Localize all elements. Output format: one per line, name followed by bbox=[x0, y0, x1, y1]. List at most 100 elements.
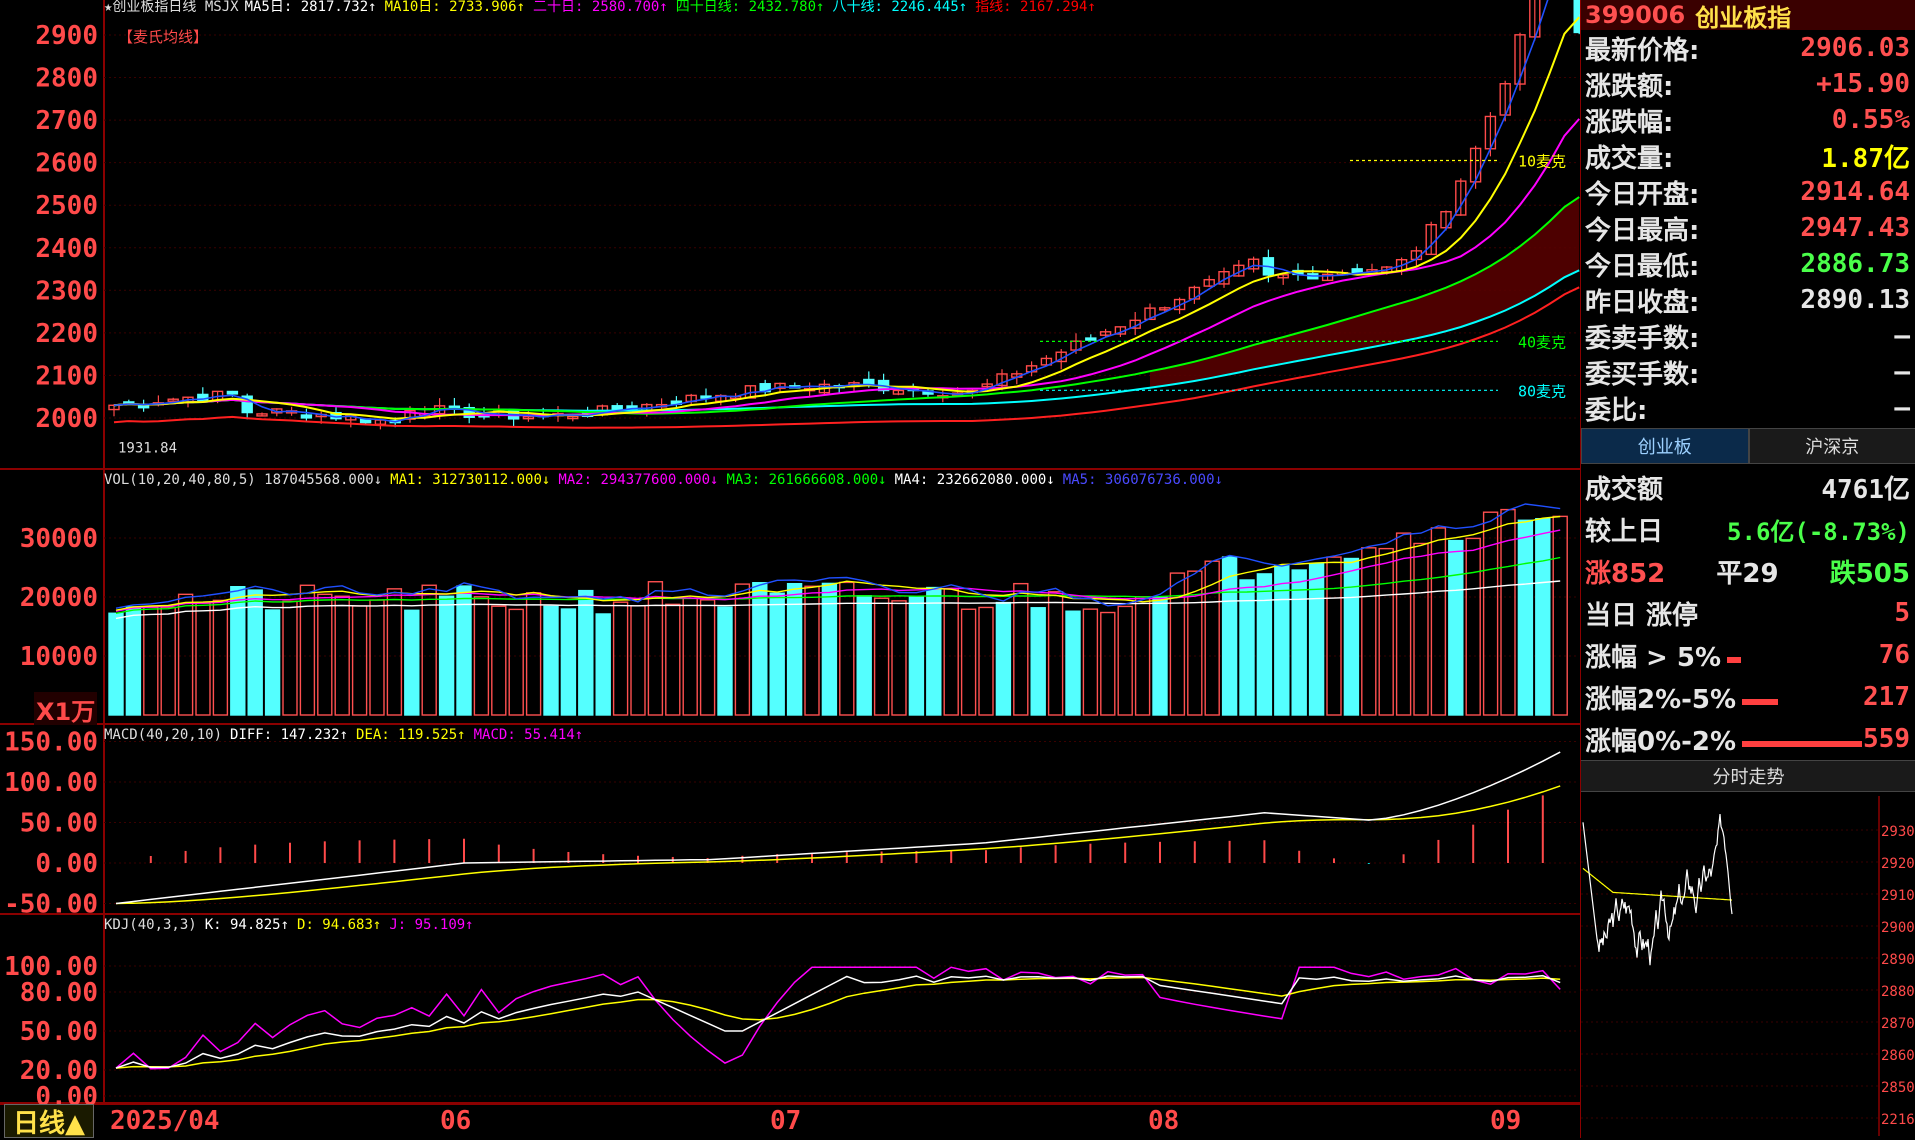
range-bar bbox=[1727, 657, 1741, 663]
volume-bar bbox=[753, 583, 767, 715]
turnover-label: 成交额 bbox=[1585, 469, 1663, 506]
range-bar bbox=[1742, 741, 1862, 747]
volume-unit-label: X1万 bbox=[34, 692, 97, 727]
quote-row-value: 1.87亿 bbox=[1821, 138, 1910, 175]
kdj-y-tick: 80.00 bbox=[20, 978, 98, 1008]
volume-bar bbox=[770, 593, 784, 715]
intraday-tick: 2216 bbox=[1881, 1112, 1915, 1128]
month-label-5: 09 bbox=[1490, 1104, 1521, 1138]
intraday-tick: 2860 bbox=[1881, 1048, 1915, 1064]
ref-line-label: 40麦克 bbox=[1518, 333, 1566, 351]
volume-bar bbox=[440, 596, 454, 715]
macd-y-tick: 100.00 bbox=[4, 768, 98, 798]
quote-row-value: +15.90 bbox=[1816, 69, 1910, 99]
range-label: 涨幅0%-2% bbox=[1585, 721, 1736, 758]
volume-bar bbox=[1536, 519, 1550, 715]
limit-up-label: 当日 涨停 bbox=[1585, 595, 1698, 632]
range-value: 217 bbox=[1863, 682, 1910, 712]
ma-legend-item-1: MA5日: 2817.732↑ bbox=[245, 0, 377, 14]
volume-bar bbox=[1257, 574, 1271, 715]
range-value: 559 bbox=[1863, 724, 1910, 754]
candle-body bbox=[1086, 338, 1096, 340]
quote-row-label: 最新价格: bbox=[1585, 30, 1699, 67]
stock-name: 创业板指 bbox=[1695, 0, 1791, 33]
ma-legend-item-6: 指线: 2167.294↑ bbox=[975, 0, 1096, 14]
vol-legend-item-1: MA1: 312730112.000↓ bbox=[390, 472, 550, 488]
month-label-3: 07 bbox=[770, 1104, 801, 1138]
range-label: 涨幅2%-5% bbox=[1585, 679, 1736, 716]
kdj-chart[interactable]: 100.0080.0050.0020.000.00 bbox=[0, 915, 1580, 1104]
macd-chart[interactable]: 150.00100.0050.000.00-50.00 bbox=[0, 725, 1580, 915]
kdj-legend-prefix: KDJ(40,3,3) bbox=[104, 917, 197, 933]
month-label-4: 08 bbox=[1148, 1104, 1179, 1138]
limit-up-row: 当日 涨停 5 bbox=[1581, 592, 1915, 634]
stock-code: 399006 bbox=[1585, 1, 1685, 29]
vol-legend-item-2: MA2: 294377600.000↓ bbox=[558, 472, 718, 488]
tab-chinext[interactable]: 创业板 bbox=[1581, 428, 1749, 464]
quote-row-label: 今日最低: bbox=[1585, 246, 1699, 283]
turnover-value: 4761亿 bbox=[1821, 469, 1910, 506]
candle-body bbox=[301, 415, 311, 418]
volume-bar bbox=[909, 597, 923, 715]
volume-chart[interactable]: 300002000010000 bbox=[0, 470, 1580, 725]
price-y-tick: 2000 bbox=[35, 404, 98, 434]
volume-y-tick: 20000 bbox=[20, 583, 98, 613]
range-row: 涨幅 > 5%76 bbox=[1581, 634, 1915, 676]
vs-prev-label: 较上日 bbox=[1585, 511, 1663, 548]
volume-bar bbox=[1275, 566, 1289, 715]
quote-row: 委买手数:— bbox=[1581, 354, 1915, 390]
quote-row: 昨日收盘:2890.13 bbox=[1581, 282, 1915, 318]
main-legend-prefix: ★创业板指日线 MSJX bbox=[104, 0, 239, 14]
kdj-y-tick: 50.00 bbox=[20, 1017, 98, 1047]
quote-row-label: 委卖手数: bbox=[1585, 318, 1699, 355]
range-row: 涨幅0%-2% 559 bbox=[1581, 718, 1915, 760]
ma-legend-item-4: 四十日线: 2432.780↑ bbox=[676, 0, 825, 14]
tab-shsz[interactable]: 沪深京 bbox=[1749, 428, 1915, 464]
period-button[interactable]: 日线▲ bbox=[4, 1104, 94, 1138]
volume-bar bbox=[561, 609, 575, 715]
intraday-bg bbox=[1581, 796, 1915, 1136]
ma-legend-item-2: MA10日: 2733.906↑ bbox=[385, 0, 525, 14]
volume-legend-prefix: VOL(10,20,40,80,5) 187045568.000↓ bbox=[104, 472, 382, 488]
quote-row: 委卖手数:— bbox=[1581, 318, 1915, 354]
intraday-tick: 2930 bbox=[1881, 824, 1915, 840]
intraday-tick: 2880 bbox=[1881, 984, 1915, 1000]
kdj-legend-item-2: D: 94.683↑ bbox=[297, 917, 381, 933]
quote-row-label: 涨跌幅: bbox=[1585, 102, 1673, 139]
quote-row: 成交量:1.87亿 bbox=[1581, 138, 1915, 174]
volume-y-tick: 10000 bbox=[20, 642, 98, 672]
market-tabs: 创业板 沪深京 bbox=[1581, 428, 1915, 464]
stock-chart-window: 2900280027002600250024002300220021002000… bbox=[0, 0, 1915, 1138]
price-y-tick: 2300 bbox=[35, 276, 98, 306]
volume-bar bbox=[927, 588, 941, 715]
volume-bar bbox=[248, 590, 262, 715]
quote-row: 最新价格:2906.03 bbox=[1581, 30, 1915, 66]
intraday-tick: 2910 bbox=[1881, 888, 1915, 904]
quote-row-label: 涨跌额: bbox=[1585, 66, 1673, 103]
quote-row-value: 2947.43 bbox=[1800, 213, 1910, 243]
range-label: 涨幅 > 5% bbox=[1585, 637, 1721, 674]
quote-row: 委比:— bbox=[1581, 390, 1915, 426]
ref-line-label: 10麦克 bbox=[1518, 153, 1566, 171]
intraday-chart[interactable]: 2930292029102900289028802870286028502216 bbox=[1581, 796, 1915, 1136]
volume-bar bbox=[857, 596, 871, 715]
flat-count: 平29 bbox=[1716, 553, 1778, 590]
range-row: 涨幅2%-5% 217 bbox=[1581, 676, 1915, 718]
price-y-tick: 2500 bbox=[35, 191, 98, 221]
quote-row-label: 委比: bbox=[1585, 390, 1647, 427]
kdj-y-tick: 0.00 bbox=[35, 1082, 98, 1104]
quote-row-label: 今日最高: bbox=[1585, 210, 1699, 247]
kdj-legend-item-1: K: 94.825↑ bbox=[205, 917, 289, 933]
ma-legend-item-3: 二十日: 2580.700↑ bbox=[533, 0, 668, 14]
volume-bar bbox=[596, 614, 610, 715]
volume-bar bbox=[579, 591, 593, 715]
price-y-tick: 2400 bbox=[35, 234, 98, 264]
ref-line-label: 80麦克 bbox=[1518, 382, 1566, 400]
macd-legend-item-1: DIFF: 147.232↑ bbox=[230, 727, 348, 743]
intraday-tick: 2870 bbox=[1881, 1016, 1915, 1032]
month-label-1: 2025/04 bbox=[110, 1104, 220, 1138]
macd-y-tick: 150.00 bbox=[4, 728, 98, 758]
ma-tag: 【麦氏均线】 bbox=[118, 26, 208, 47]
price-y-tick: 2700 bbox=[35, 106, 98, 136]
kline-chart[interactable]: 2900280027002600250024002300220021002000… bbox=[0, 0, 1580, 470]
